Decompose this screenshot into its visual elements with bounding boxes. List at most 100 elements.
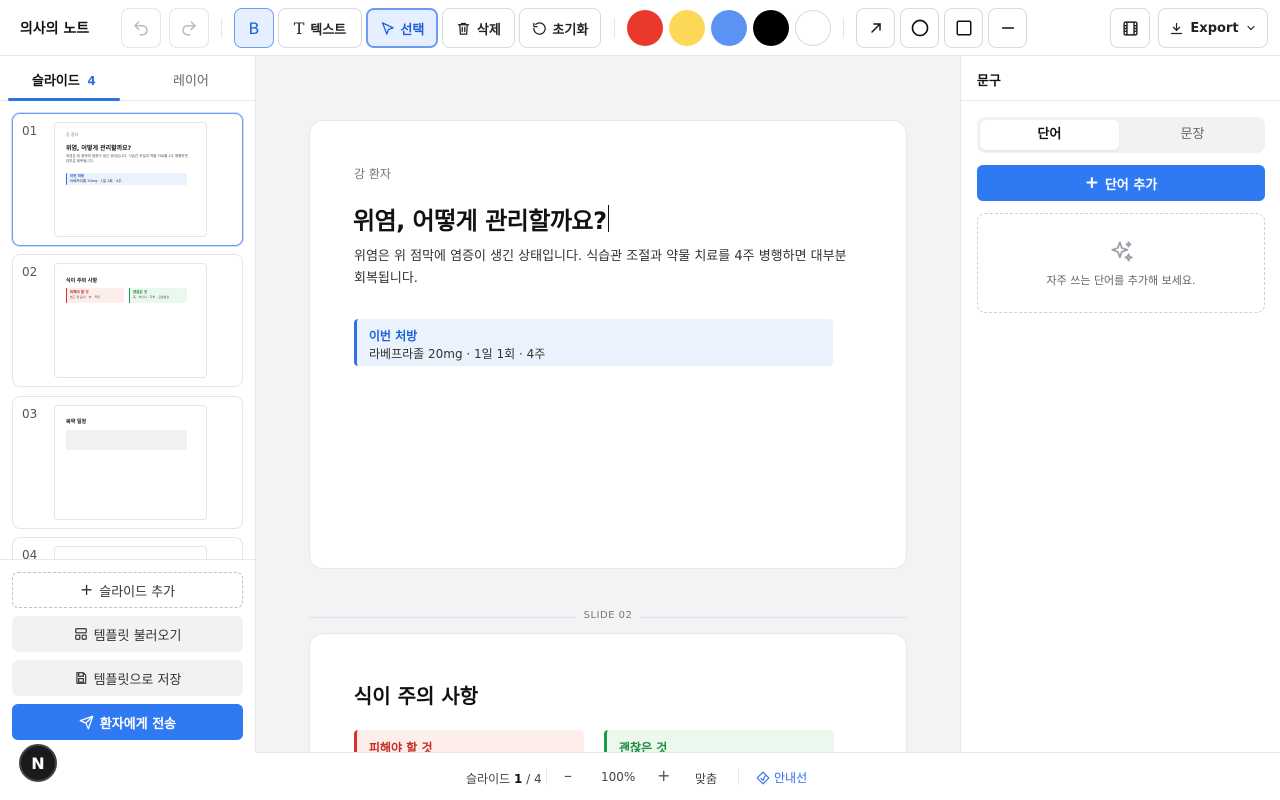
empty-words-placeholder: 자주 쓰는 단어를 추가해 보세요.	[977, 213, 1265, 313]
plus-icon: +	[1084, 172, 1099, 193]
reset-button[interactable]: 초기화	[519, 8, 601, 48]
tab-slides[interactable]: 슬라이드 4	[32, 70, 96, 89]
text-tool-button[interactable]: T 텍스트	[278, 8, 362, 48]
preview-rx-text: 라베프라졸 20mg · 1일 1회 · 4주	[70, 179, 122, 183]
tab-slides-label: 슬라이드	[32, 74, 80, 89]
slide-thumbnail-4[interactable]: 04	[12, 537, 243, 559]
prescription-title: 이번 처방	[369, 329, 418, 343]
prescription-box[interactable]: 이번 처방 라베프라졸 20mg · 1일 1회 · 4주	[354, 319, 833, 366]
chevron-down-icon	[1245, 22, 1257, 34]
slide-title-field[interactable]: 위염, 어떻게 관리할까요?	[353, 201, 609, 236]
segment-sentence[interactable]: 문장	[1123, 120, 1262, 150]
bold-button[interactable]: B	[234, 8, 274, 48]
segment-word[interactable]: 단어	[980, 120, 1119, 150]
load-template-label: 템플릿 불러오기	[93, 628, 182, 644]
rectangle-shape-button[interactable]	[944, 8, 983, 48]
add-word-button[interactable]: + 단어 추가	[977, 165, 1265, 201]
right-panel-title: 문구	[977, 74, 1001, 89]
top-toolbar: 의사의 노트 B T 텍스트 선택 삭제 초기화 Export	[0, 0, 1280, 56]
preview-body: 위염은 위 점막에 염증이 생긴 상태입니다. 식습관 조절과 약물 치료를 4…	[66, 154, 188, 163]
plus-icon: +	[79, 580, 94, 599]
text-icon: T	[293, 18, 305, 38]
export-button[interactable]: Export	[1158, 8, 1268, 48]
color-swatch-black[interactable]	[753, 10, 789, 46]
slide-2[interactable]: 식이 주의 사항 피해야 할 것 괜찮은 것	[309, 633, 907, 752]
line-shape-button[interactable]	[988, 8, 1027, 48]
select-tool-label: 선택	[400, 22, 425, 38]
add-slide-button[interactable]: + 슬라이드 추가	[12, 572, 243, 608]
save-template-button[interactable]: 템플릿으로 저장	[12, 660, 243, 696]
bottom-status-bar: 슬라이드 1 / 4 – 100% + 맞춤 안내선	[256, 752, 1280, 800]
color-swatch-red[interactable]	[627, 10, 663, 46]
delete-label: 삭제	[477, 22, 501, 38]
cursor-icon	[380, 21, 395, 36]
square-icon	[955, 19, 973, 37]
left-tabs: 슬라이드 4 레이어	[0, 56, 256, 101]
select-tool-button[interactable]: 선택	[366, 8, 438, 48]
slide-thumbnail-2[interactable]: 02 식이 주의 사항 피해야 할 것 맵고 짠 음식 · 술 · 커피 괜찮은…	[12, 254, 243, 387]
trash-icon	[456, 21, 471, 36]
avoid-title: 피해야 할 것	[369, 741, 433, 752]
presentation-button[interactable]	[1110, 8, 1150, 48]
zoom-in-button[interactable]: +	[657, 766, 670, 785]
status-divider	[546, 769, 547, 785]
ok-box[interactable]: 괜찮은 것	[604, 730, 834, 752]
slide-body-line: 위염은 위 점막에 염증이 생긴 상태입니다. 식습관 조절과 약물 치료를 4…	[354, 249, 847, 264]
preview-good-box: 괜찮은 것 죽 · 바나나 · 두부 · 흰살생선	[129, 288, 187, 303]
avoid-box[interactable]: 피해야 할 것	[354, 730, 584, 752]
arrow-shape-button[interactable]	[856, 8, 895, 48]
slide-indicator-label: 슬라이드	[466, 772, 511, 786]
preview-bad-text: 맵고 짠 음식 · 술 · 커피	[70, 295, 100, 299]
film-icon	[1122, 20, 1139, 37]
preview-title: 식이 주의 사항	[66, 278, 98, 284]
guides-toggle[interactable]: 안내선	[756, 769, 807, 786]
slide2-title[interactable]: 식이 주의 사항	[354, 680, 478, 709]
undo-icon	[132, 19, 150, 37]
current-slide-number: 1	[514, 772, 523, 786]
slide-number: 03	[22, 407, 38, 421]
slide-thumbnail-3[interactable]: 03 복약 일정	[12, 396, 243, 529]
add-word-label: 단어 추가	[1104, 177, 1158, 193]
send-to-patient-button[interactable]: 환자에게 전송	[12, 704, 243, 740]
slide-canvas: 강 환자 위염, 어떻게 관리할까요? 위염은 위 점막에 염증이 생긴 상태입…	[256, 56, 960, 752]
left-panel: 슬라이드 4 레이어 01 강 환자 위염, 어떻게 관리할까요? 위염은 위 …	[0, 56, 256, 752]
slide-thumbnail-1[interactable]: 01 강 환자 위염, 어떻게 관리할까요? 위염은 위 점막에 염증이 생긴 …	[12, 113, 243, 246]
preview-title: 복약 일정	[66, 419, 87, 425]
segmented-control: 단어 문장	[977, 117, 1265, 153]
slide-1[interactable]: 강 환자 위염, 어떻게 관리할까요? 위염은 위 점막에 염증이 생긴 상태입…	[309, 120, 907, 569]
color-swatch-white[interactable]	[795, 10, 831, 46]
delete-button[interactable]: 삭제	[442, 8, 515, 48]
zoom-level: 100%	[601, 770, 636, 784]
slide-title: 위염, 어떻게 관리할까요?	[353, 207, 607, 235]
redo-button[interactable]	[169, 8, 209, 48]
send-icon	[79, 715, 94, 730]
undo-button[interactable]	[121, 8, 161, 48]
active-tab-indicator	[8, 98, 120, 101]
text-tool-label: 텍스트	[310, 22, 347, 38]
color-swatch-blue[interactable]	[711, 10, 747, 46]
right-panel: 문구 단어 문장 + 단어 추가 자주 쓰는 단어를 추가해 보세요.	[960, 56, 1280, 752]
slide-body-line: 회복됩니다.	[354, 271, 418, 286]
zoom-out-button[interactable]: –	[564, 766, 572, 785]
send-label: 환자에게 전송	[99, 716, 177, 732]
guides-label: 안내선	[774, 771, 808, 785]
slide-count-badge: 4	[87, 74, 96, 88]
circle-icon	[910, 18, 930, 38]
color-swatch-yellow[interactable]	[669, 10, 705, 46]
toolbar-divider	[221, 18, 222, 38]
circle-shape-button[interactable]	[900, 8, 939, 48]
export-label: Export	[1190, 20, 1239, 36]
avatar[interactable]: N	[19, 744, 57, 782]
sparkle-icon	[1109, 239, 1135, 265]
load-template-button[interactable]: 템플릿 불러오기	[12, 616, 243, 652]
tab-layers[interactable]: 레이어	[173, 70, 209, 89]
slide-preview: 식이 주의 사항 피해야 할 것 맵고 짠 음식 · 술 · 커피 괜찮은 것 …	[54, 263, 207, 378]
slide-number: 02	[22, 265, 38, 279]
save-template-label: 템플릿으로 저장	[93, 672, 182, 688]
slide-body[interactable]: 위염은 위 점막에 염증이 생긴 상태입니다. 식습관 조절과 약물 치료를 4…	[354, 246, 847, 290]
slide-eyebrow[interactable]: 강 환자	[354, 165, 391, 182]
save-icon	[74, 671, 88, 685]
preview-rx-box: 이번 처방 라베프라졸 20mg · 1일 1회 · 4주	[66, 173, 187, 185]
fit-button[interactable]: 맞춤	[695, 770, 717, 787]
app-title: 의사의 노트	[20, 21, 90, 37]
